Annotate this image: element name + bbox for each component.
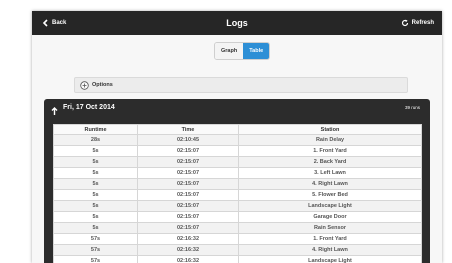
time-cell: 02:15:07 xyxy=(137,145,239,157)
day-date: Fri, 17 Oct 2014 xyxy=(63,104,115,111)
app-window: Back Logs Refresh Graph Table Options Fr… xyxy=(32,11,442,263)
table-row: 5s 02:15:07 Landscape Light xyxy=(53,200,422,212)
runtime-cell: 57s xyxy=(53,233,138,245)
table-body: 28s 02:10:45 Rain Delay 5s 02:15:07 1. Front … xyxy=(53,134,422,263)
time-cell: 02:10:45 xyxy=(137,134,239,146)
runtime-cell: 5s xyxy=(53,145,138,157)
table-tab[interactable]: Table xyxy=(243,43,270,59)
time-cell: 02:15:07 xyxy=(137,178,239,190)
time-cell: 02:15:07 xyxy=(137,156,239,168)
refresh-icon xyxy=(401,19,409,27)
table-row: 57s 02:16:32 Landscape Light xyxy=(53,255,422,263)
time-cell: 02:15:07 xyxy=(137,167,239,179)
runtime-cell: 5s xyxy=(53,156,138,168)
runtime-cell: 5s xyxy=(53,178,138,190)
column-header-runtime: Runtime xyxy=(53,124,138,135)
station-cell: Landscape Light xyxy=(238,200,422,212)
table-row: 5s 02:15:07 3. Left Lawn xyxy=(53,167,422,179)
page-title: Logs xyxy=(226,18,248,28)
time-cell: 02:15:07 xyxy=(137,200,239,212)
runtime-cell: 57s xyxy=(53,244,138,256)
table-row: 5s 02:15:07 1. Front Yard xyxy=(53,145,422,157)
station-cell: 5. Flower Bed xyxy=(238,189,422,201)
day-header[interactable]: Fri, 17 Oct 2014 39 runs xyxy=(44,99,430,117)
station-cell: Rain Sensor xyxy=(238,222,422,234)
table-row: 5s 02:15:07 2. Back Yard xyxy=(53,156,422,168)
table-row: 5s 02:15:07 Rain Sensor xyxy=(53,222,422,234)
log-panel: Runtime Time Station 28s 02:10:45 Rain Del… xyxy=(44,117,430,263)
time-cell: 02:16:32 xyxy=(137,244,239,256)
column-header-time: Time xyxy=(137,124,239,135)
station-cell: 4. Right Lawn xyxy=(238,244,422,256)
top-bar: Back Logs Refresh xyxy=(32,11,442,35)
runtime-cell: 5s xyxy=(53,222,138,234)
table-row: 5s 02:15:07 5. Flower Bed xyxy=(53,189,422,201)
runtime-cell: 5s xyxy=(53,189,138,201)
table-header-row: Runtime Time Station xyxy=(53,124,422,135)
table-row: 5s 02:15:07 Garage Door xyxy=(53,211,422,223)
table-row: 28s 02:10:45 Rain Delay xyxy=(53,134,422,146)
runtime-cell: 57s xyxy=(53,255,138,263)
column-header-station: Station xyxy=(238,124,422,135)
station-cell: Rain Delay xyxy=(238,134,422,146)
station-cell: 1. Front Yard xyxy=(238,145,422,157)
refresh-label: Refresh xyxy=(411,20,434,26)
runtime-cell: 5s xyxy=(53,167,138,179)
runtime-cell: 28s xyxy=(53,134,138,146)
table-row: 57s 02:16:32 1. Front Yard xyxy=(53,233,422,245)
station-cell: 4. Right Lawn xyxy=(238,178,422,190)
station-cell: 2. Back Yard xyxy=(238,156,422,168)
station-cell: Landscape Light xyxy=(238,255,422,263)
runtime-cell: 5s xyxy=(53,211,138,223)
time-cell: 02:15:07 xyxy=(137,189,239,201)
graph-tab[interactable]: Graph xyxy=(215,43,244,59)
station-cell: 1. Front Yard xyxy=(238,233,422,245)
run-count-badge: 39 runs xyxy=(404,105,420,110)
log-table: Runtime Time Station 28s 02:10:45 Rain Del… xyxy=(53,124,422,263)
time-cell: 02:16:32 xyxy=(137,255,239,263)
time-cell: 02:15:07 xyxy=(137,222,239,234)
refresh-button[interactable]: Refresh xyxy=(401,11,434,35)
runtime-cell: 5s xyxy=(53,200,138,212)
table-row: 5s 02:15:07 4. Right Lawn xyxy=(53,178,422,190)
time-cell: 02:16:32 xyxy=(137,233,239,245)
station-cell: 3. Left Lawn xyxy=(238,167,422,179)
view-toggle: Graph Table xyxy=(214,42,271,60)
station-cell: Garage Door xyxy=(238,211,422,223)
options-bar[interactable]: Options xyxy=(74,77,408,93)
plus-circle-icon xyxy=(80,80,89,90)
table-row: 57s 02:16:32 4. Right Lawn xyxy=(53,244,422,256)
options-label: Options xyxy=(92,82,113,88)
time-cell: 02:15:07 xyxy=(137,211,239,223)
